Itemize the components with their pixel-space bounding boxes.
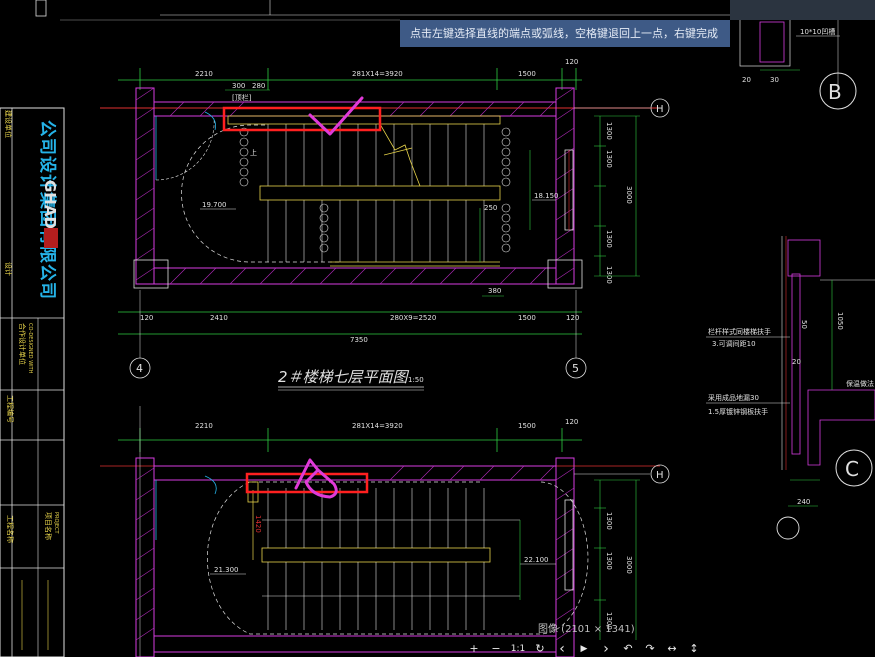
dim-bottom-3: 280X9=2520 bbox=[390, 314, 436, 322]
axis-h-top: H bbox=[656, 104, 664, 115]
plan-scale: 1:50 bbox=[408, 376, 424, 384]
label-rail: [顶栏] bbox=[232, 93, 252, 102]
axis-h-bottom: H bbox=[656, 470, 664, 481]
dim-right-1: 1300 bbox=[605, 122, 613, 140]
elev-right: 18.150 bbox=[534, 192, 559, 200]
next-icon[interactable]: › bbox=[595, 640, 617, 657]
dim-b-right-1: 1300 bbox=[605, 512, 613, 530]
detail-20b: 20 bbox=[792, 358, 801, 366]
dim-b-top-3: 1500 bbox=[518, 422, 536, 430]
elev-b-left: 21.300 bbox=[214, 566, 239, 574]
dim-1420: 1420 bbox=[254, 515, 262, 533]
detail-240: 240 bbox=[797, 498, 810, 506]
detail-note-1: 栏杆样式同楼梯扶手 bbox=[708, 327, 771, 336]
redo-icon[interactable]: ↷ bbox=[639, 640, 661, 657]
section-b: B bbox=[828, 80, 842, 104]
dim-top-2: 281X14=3920 bbox=[352, 70, 403, 78]
undo-icon[interactable]: ↶ bbox=[617, 640, 639, 657]
dim-top-1: 2210 bbox=[195, 70, 213, 78]
dim-bottom-1: 120 bbox=[140, 314, 153, 322]
dim-bottom-5: 120 bbox=[566, 314, 579, 322]
fit-height-icon[interactable]: ↕ bbox=[683, 640, 705, 657]
dim-b-top-1: 2210 bbox=[195, 422, 213, 430]
plan-title: 2＃楼梯七层平面图 bbox=[278, 368, 410, 386]
elev-b-right: 22.100 bbox=[524, 556, 549, 564]
detail-note-3: 采用成品地漏30 bbox=[708, 393, 759, 402]
label-design: 设计 bbox=[4, 262, 13, 276]
dim-b-3000: 3000 bbox=[625, 556, 633, 574]
status-hint: 点击左键选择直线的端点或弧线，空格键退回上一点，右键完成 bbox=[400, 20, 730, 47]
dim-right-3: 1300 bbox=[605, 230, 613, 248]
detail-note-4: 1.5厚镀锌钢板扶手 bbox=[708, 407, 768, 416]
detail-1050: 1050 bbox=[836, 312, 844, 330]
prev-icon[interactable]: ‹ bbox=[551, 640, 573, 657]
detail-note-5: 保温做法 bbox=[846, 379, 874, 388]
dim-bottom-4: 1500 bbox=[518, 314, 536, 322]
label-item-name: 项目名称 bbox=[44, 512, 53, 540]
play-icon[interactable]: ▶ bbox=[573, 640, 595, 657]
detail-30: 30 bbox=[770, 76, 779, 84]
dim-b-top-4: 120 bbox=[565, 418, 578, 426]
rotate-icon[interactable]: ↻ bbox=[529, 640, 551, 657]
elev-left: 19.700 bbox=[202, 201, 227, 209]
dim-right-4: 1300 bbox=[605, 266, 613, 284]
zoom-in-icon[interactable]: + bbox=[463, 640, 485, 657]
axis-5: 5 bbox=[572, 362, 579, 375]
axis-4: 4 bbox=[136, 362, 143, 375]
label-codesign: 合作设计单位 bbox=[18, 323, 27, 365]
label-project-name: 工程名称 bbox=[6, 515, 15, 543]
label-owner: 建设单位 bbox=[4, 110, 13, 138]
label-project-en: PROJECT bbox=[53, 512, 59, 535]
zoom-out-icon[interactable]: − bbox=[485, 640, 507, 657]
company-logo: GHAD bbox=[41, 180, 59, 229]
dim-380: 380 bbox=[488, 287, 501, 295]
dim-250: 250 bbox=[484, 204, 497, 212]
detail-50: 50 bbox=[800, 320, 808, 329]
detail-20: 20 bbox=[742, 76, 751, 84]
dim-b-top-2: 281X14=3920 bbox=[352, 422, 403, 430]
actual-size-icon[interactable]: 1:1 bbox=[507, 640, 529, 657]
dim-bottom-2: 2410 bbox=[210, 314, 228, 322]
toolbar-region bbox=[730, 0, 875, 20]
section-c: C bbox=[845, 457, 859, 481]
detail-note-2: 3.可调间距10 bbox=[712, 339, 756, 348]
image-viewer[interactable]: 公司设计集团有限公司 GHAD 建设单位 设计 合作设计单位 CO-DESIGN… bbox=[0, 0, 875, 657]
dim-sub-1: 300 bbox=[232, 82, 245, 90]
label-project-no: 工程编号 bbox=[6, 395, 15, 423]
detail-10x10: 10*10凹槽 bbox=[800, 27, 835, 36]
dim-sub-2: 280 bbox=[252, 82, 265, 90]
dim-b-right-2: 1300 bbox=[605, 552, 613, 570]
dim-top-4: 120 bbox=[565, 58, 578, 66]
label-up: 上 bbox=[250, 148, 257, 157]
dim-3000: 3000 bbox=[625, 186, 633, 204]
viewer-toolbar: + − 1:1 ↻ ‹ ▶ › ↶ ↷ ↔ ↕ bbox=[463, 640, 713, 657]
dim-top-3: 1500 bbox=[518, 70, 536, 78]
image-size-label: 图像 (2101 × 1341) bbox=[538, 624, 635, 635]
cad-drawing-canvas[interactable]: 公司设计集团有限公司 GHAD 建设单位 设计 合作设计单位 CO-DESIGN… bbox=[0, 0, 875, 657]
fit-width-icon[interactable]: ↔ bbox=[661, 640, 683, 657]
label-codesign-en: CO-DESIGNED WITH bbox=[27, 323, 33, 374]
dim-right-2: 1300 bbox=[605, 150, 613, 168]
dim-total: 7350 bbox=[350, 336, 368, 344]
